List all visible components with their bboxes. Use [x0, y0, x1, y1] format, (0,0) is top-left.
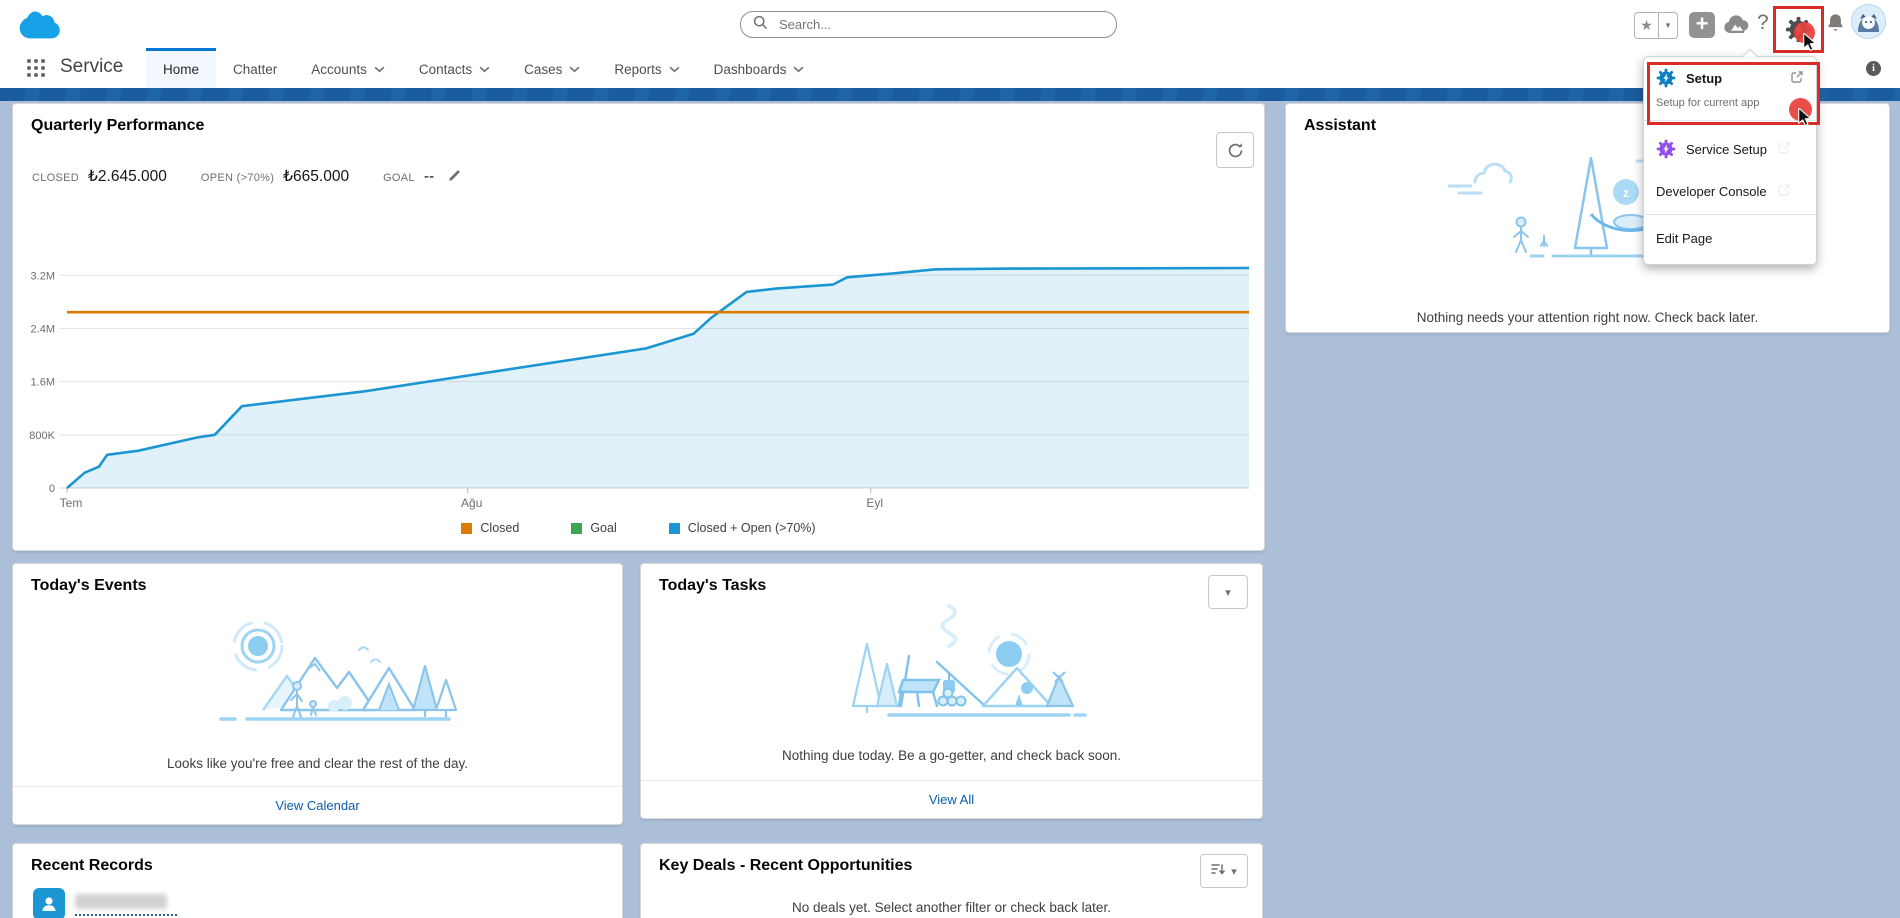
- sort-icon: [1211, 862, 1225, 880]
- deals-empty-text: No deals yet. Select another filter or c…: [641, 900, 1262, 915]
- menu-item-sublabel: Setup for current app: [1656, 97, 1804, 109]
- chevron-down-icon: [374, 66, 385, 73]
- external-link-icon: [1777, 183, 1791, 200]
- stat-open: OPEN (>70%) ₺665.000: [201, 167, 349, 186]
- tab-dashboards[interactable]: Dashboards: [697, 48, 822, 88]
- menu-divider: [1644, 214, 1816, 215]
- view-calendar-link[interactable]: View Calendar: [13, 786, 622, 824]
- menu-divider: [1644, 120, 1816, 121]
- recent-records-card: Recent Records: [12, 843, 623, 918]
- trailhead-cloud-icon[interactable]: [1723, 15, 1750, 39]
- brand-band: [0, 88, 1900, 101]
- salesforce-logo-icon: [16, 5, 62, 46]
- favorites-star-button[interactable]: ★: [1634, 12, 1659, 39]
- quick-create-button[interactable]: +: [1689, 12, 1715, 38]
- menu-item-label: Service Setup: [1686, 142, 1767, 157]
- chevron-down-icon: [669, 66, 680, 73]
- global-search[interactable]: [740, 11, 1117, 38]
- svg-text:0: 0: [49, 483, 55, 495]
- external-link-icon: [1790, 70, 1804, 87]
- stat-goal: GOAL --: [383, 166, 462, 186]
- salesforce-service-home: { "header": { "search_placeholder": "Sea…: [0, 0, 1900, 918]
- stat-closed: CLOSED ₺2.645.000: [32, 167, 167, 186]
- chevron-down-icon: [479, 66, 490, 73]
- menu-item-label: Edit Page: [1656, 231, 1712, 246]
- quarterly-performance-card: Quarterly Performance CLOSED ₺2.645.000 …: [12, 103, 1265, 551]
- events-empty-text: Looks like you're free and clear the res…: [13, 756, 622, 771]
- tasks-illustration: [641, 592, 1262, 757]
- svg-text:Tem: Tem: [60, 496, 83, 510]
- view-all-link[interactable]: View All: [641, 780, 1262, 818]
- events-illustration: [13, 598, 622, 763]
- nav-tabs: HomeChatterAccountsContactsCasesReportsD…: [146, 48, 821, 88]
- svg-text:3.2M: 3.2M: [31, 270, 55, 282]
- legend-item[interactable]: Closed + Open (>70%): [669, 521, 816, 535]
- tab-accounts[interactable]: Accounts: [294, 48, 402, 88]
- app-name: Service: [60, 56, 123, 78]
- card-title: Quarterly Performance: [31, 117, 204, 135]
- svg-text:z: z: [1623, 186, 1629, 200]
- todays-tasks-card: Today's Tasks ▾: [640, 563, 1263, 819]
- menu-item-developer-console[interactable]: Developer Console: [1644, 171, 1816, 212]
- performance-chart: 0 800K 1.6M 2.4M 3.2M Tem Ağu Eyl: [21, 240, 1258, 514]
- svg-text:Ağu: Ağu: [461, 496, 482, 510]
- favorites-group: ★ ▾: [1634, 12, 1678, 39]
- tab-reports[interactable]: Reports: [597, 48, 696, 88]
- assistant-empty-text: Nothing needs your attention right now. …: [1286, 310, 1889, 325]
- chevron-down-icon: [569, 66, 580, 73]
- chevron-down-icon: ▾: [1231, 865, 1237, 878]
- home-content: Quarterly Performance CLOSED ₺2.645.000 …: [0, 101, 1900, 918]
- todays-events-card: Today's Events: [12, 563, 623, 825]
- menu-item-label: Developer Console: [1656, 184, 1767, 199]
- notifications-bell-icon[interactable]: [1825, 12, 1846, 40]
- legend-swatch: [461, 523, 472, 534]
- card-title: Recent Records: [31, 857, 153, 875]
- edit-goal-pencil-icon[interactable]: [447, 168, 462, 188]
- chevron-down-icon: [793, 66, 804, 73]
- setup-gear-blue-icon: [1656, 68, 1676, 88]
- deals-filter-button[interactable]: ▾: [1200, 854, 1248, 888]
- legend-item[interactable]: Goal: [571, 521, 616, 535]
- card-title: Key Deals - Recent Opportunities: [659, 857, 912, 875]
- menu-item-service-setup[interactable]: Service Setup: [1644, 123, 1816, 171]
- cursor-pointer: [1797, 108, 1814, 132]
- search-input[interactable]: [777, 16, 1104, 33]
- global-header: ★ ▾ + ?: [0, 0, 1900, 48]
- cursor-pointer: [1802, 33, 1819, 57]
- card-title: Today's Events: [31, 577, 147, 595]
- tab-chatter[interactable]: Chatter: [216, 48, 294, 88]
- legend-swatch: [571, 523, 582, 534]
- legend-swatch: [669, 523, 680, 534]
- menu-item-label: Setup: [1686, 71, 1780, 86]
- user-avatar[interactable]: [1851, 4, 1886, 39]
- tasks-empty-text: Nothing due today. Be a go-getter, and c…: [641, 748, 1262, 763]
- tab-contacts[interactable]: Contacts: [402, 48, 507, 88]
- key-deals-card: Key Deals - Recent Opportunities ▾ No de…: [640, 843, 1263, 918]
- svg-text:2.4M: 2.4M: [31, 323, 55, 335]
- performance-stats: CLOSED ₺2.645.000 OPEN (>70%) ₺665.000 G…: [32, 166, 462, 186]
- record-name-redacted[interactable]: [75, 894, 167, 909]
- help-icon[interactable]: ?: [1757, 11, 1769, 35]
- chart-legend: Closed Goal Closed + Open (>70%): [13, 521, 1264, 535]
- setup-dropdown-menu: Setup Setup for current app Service Setu…: [1643, 56, 1817, 265]
- external-link-icon: [1777, 141, 1791, 158]
- menu-item-edit-page[interactable]: Edit Page: [1644, 217, 1816, 260]
- legend-item[interactable]: Closed: [461, 521, 519, 535]
- search-icon: [753, 15, 768, 35]
- svg-text:800K: 800K: [29, 430, 55, 442]
- favorites-caret-button[interactable]: ▾: [1659, 12, 1678, 39]
- info-icon[interactable]: i: [1866, 61, 1881, 76]
- contact-record-icon: [33, 888, 65, 918]
- refresh-button[interactable]: [1216, 132, 1254, 168]
- svg-text:Eyl: Eyl: [866, 496, 883, 510]
- service-setup-gear-purple-icon: [1656, 139, 1676, 159]
- app-nav-bar: Service HomeChatterAccountsContactsCases…: [0, 48, 1900, 88]
- tab-home[interactable]: Home: [146, 48, 216, 88]
- tab-cases[interactable]: Cases: [507, 48, 597, 88]
- app-launcher-icon[interactable]: [26, 58, 46, 83]
- record-name-underline: [75, 914, 177, 916]
- svg-text:1.6M: 1.6M: [31, 377, 55, 389]
